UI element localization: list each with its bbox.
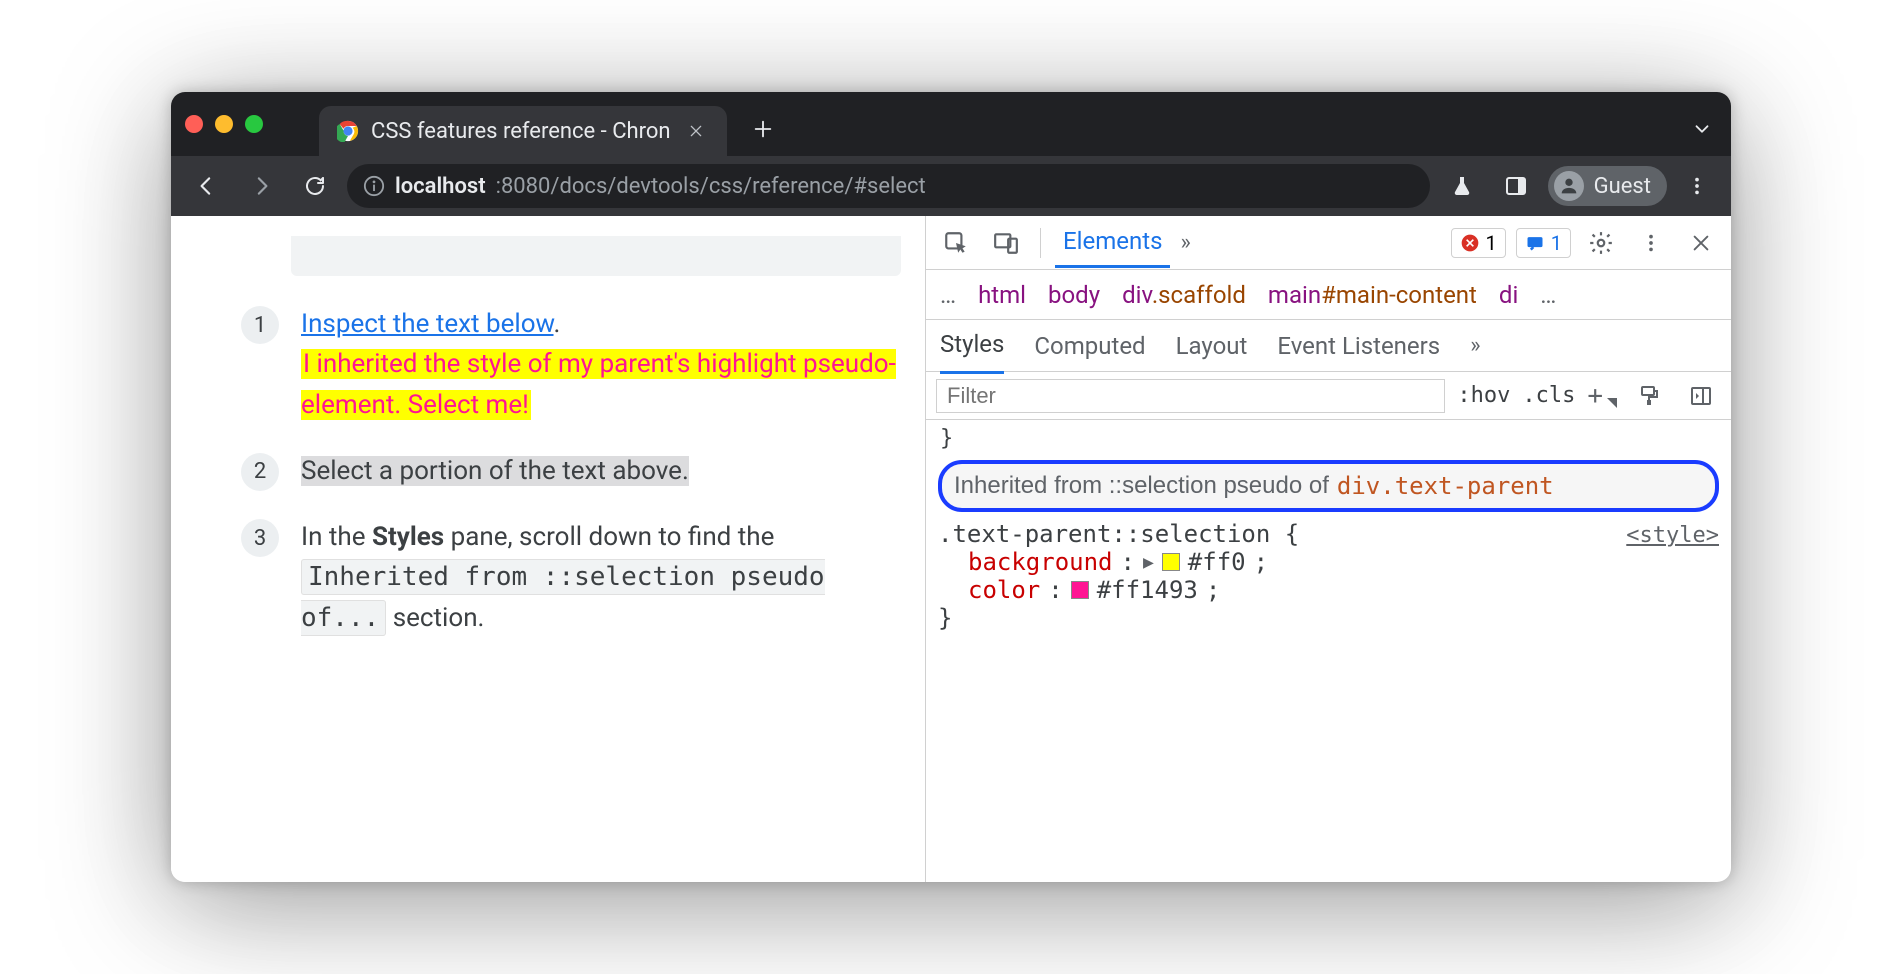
period: .	[554, 309, 561, 339]
tab-title: CSS features reference - Chron	[371, 119, 671, 144]
settings-icon[interactable]	[1581, 223, 1621, 263]
breadcrumb[interactable]: … html body div.scaffold main#main-conte…	[926, 270, 1731, 320]
rule-source[interactable]: <style>	[1626, 523, 1719, 548]
devtools-toolbar: Elements » 1 1	[926, 216, 1731, 270]
property-value: #ff1493	[1097, 576, 1198, 604]
crumb-div[interactable]: div.scaffold	[1122, 281, 1246, 309]
ordered-list: 1 Inspect the text below. I inherited th…	[241, 304, 901, 638]
content-area: 1 Inspect the text below. I inherited th…	[171, 216, 1731, 882]
cls-toggle[interactable]: .cls	[1522, 383, 1575, 408]
toolbar: localhost :8080/docs/devtools/css/referen…	[171, 156, 1731, 216]
inherited-section-header[interactable]: Inherited from ::selection pseudo of div…	[938, 460, 1719, 512]
browser-tab[interactable]: CSS features reference - Chron	[319, 106, 727, 156]
subtabs-overflow-icon[interactable]: »	[1470, 333, 1480, 358]
crumb-html[interactable]: html	[978, 281, 1026, 309]
close-window-icon[interactable]	[185, 115, 203, 133]
crumb-ellipsis[interactable]: …	[940, 281, 956, 309]
tabs-menu-icon[interactable]	[1687, 114, 1717, 144]
browser-menu-icon[interactable]	[1677, 166, 1717, 206]
url-host: localhost	[395, 174, 486, 199]
list-item: 3 In the Styles pane, scroll down to fin…	[241, 517, 901, 638]
paint-icon[interactable]	[1629, 376, 1669, 416]
hov-toggle[interactable]: :hov	[1457, 383, 1510, 408]
device-toolbar-icon[interactable]	[986, 223, 1026, 263]
back-button[interactable]	[185, 164, 229, 208]
tab-layout[interactable]: Layout	[1176, 332, 1248, 360]
color-swatch[interactable]	[1162, 553, 1180, 571]
declaration-row[interactable]: color: #ff1493;	[938, 576, 1719, 604]
messages-badge[interactable]: 1	[1516, 228, 1571, 258]
minimize-window-icon[interactable]	[215, 115, 233, 133]
step-text: pane, scroll down to find the	[444, 522, 774, 552]
errors-count: 1	[1486, 231, 1497, 255]
tab-event-listeners[interactable]: Event Listeners	[1277, 332, 1440, 360]
titlebar: CSS features reference - Chron	[171, 92, 1731, 156]
property-name: color	[968, 576, 1040, 604]
styles-filterbar: :hov .cls +	[926, 372, 1731, 420]
inherited-selector: div.text-parent	[1337, 472, 1554, 500]
declaration-row[interactable]: background: ▶ #ff0;	[938, 548, 1719, 576]
rule-header: .text-parent::selection { <style>	[938, 520, 1719, 548]
labs-icon[interactable]	[1440, 164, 1484, 208]
forward-button[interactable]	[239, 164, 283, 208]
crumb-main[interactable]: main#main-content	[1268, 281, 1477, 309]
side-panel-icon[interactable]	[1494, 164, 1538, 208]
styles-bold: Styles	[372, 522, 444, 552]
new-tab-button[interactable]	[743, 109, 783, 149]
crumb-di[interactable]: di	[1499, 281, 1518, 309]
styles-pane[interactable]: } Inherited from ::selection pseudo of d…	[926, 420, 1731, 652]
styles-tabbar: Styles Computed Layout Event Listeners »	[926, 320, 1731, 372]
code-text: Inherited from ::selection pseudo of...	[301, 559, 825, 635]
tabs-overflow-icon[interactable]: »	[1180, 230, 1190, 255]
inspect-element-icon[interactable]	[936, 223, 976, 263]
styles-filter-input[interactable]	[936, 379, 1445, 413]
devtools-menu-icon[interactable]	[1631, 223, 1671, 263]
avatar-icon	[1554, 171, 1584, 201]
profile-label: Guest	[1594, 174, 1651, 199]
site-info-icon[interactable]	[363, 175, 385, 197]
close-devtools-icon[interactable]	[1681, 223, 1721, 263]
color-swatch[interactable]	[1071, 581, 1089, 599]
url-path: :8080/docs/devtools/css/reference/#selec…	[496, 174, 926, 199]
tab-computed[interactable]: Computed	[1034, 332, 1145, 360]
step-text: Select a portion of the text above.	[301, 456, 689, 486]
list-number: 3	[241, 519, 279, 557]
property-name: background	[968, 548, 1113, 576]
list-item: 2 Select a portion of the text above.	[241, 451, 901, 491]
step-text: section.	[386, 603, 484, 633]
expand-icon[interactable]: ▶	[1143, 552, 1154, 573]
page-viewport: 1 Inspect the text below. I inherited th…	[171, 216, 925, 882]
rule-close-brace: }	[938, 604, 1719, 632]
tab-styles[interactable]: Styles	[940, 330, 1004, 374]
new-rule-button[interactable]: +	[1587, 381, 1617, 411]
maximize-window-icon[interactable]	[245, 115, 263, 133]
inherited-label: Inherited from ::selection pseudo of	[954, 472, 1329, 500]
page-top-block	[291, 236, 901, 276]
browser-window: CSS features reference - Chron	[171, 92, 1731, 882]
chrome-favicon-icon	[337, 120, 359, 142]
toggle-sidebar-icon[interactable]	[1681, 376, 1721, 416]
tab-elements[interactable]: Elements	[1055, 217, 1170, 268]
errors-badge[interactable]: 1	[1451, 228, 1506, 258]
profile-chip[interactable]: Guest	[1548, 166, 1667, 206]
window-controls	[185, 115, 263, 133]
separator	[1040, 228, 1041, 258]
list-number: 2	[241, 453, 279, 491]
rule-selector[interactable]: .text-parent::selection {	[938, 520, 1299, 548]
list-number: 1	[241, 306, 279, 344]
list-item: 1 Inspect the text below. I inherited th…	[241, 304, 901, 425]
address-bar[interactable]: localhost :8080/docs/devtools/css/referen…	[347, 164, 1430, 208]
devtools-panel: Elements » 1 1	[925, 216, 1731, 882]
property-value: #ff0	[1188, 548, 1246, 576]
crumb-body[interactable]: body	[1048, 281, 1100, 309]
inspect-link[interactable]: Inspect the text below	[301, 309, 554, 339]
highlighted-text[interactable]: I inherited the style of my parent's hig…	[301, 349, 896, 419]
messages-count: 1	[1551, 231, 1562, 255]
crumb-ellipsis[interactable]: …	[1540, 281, 1556, 309]
step-text: In the	[301, 522, 372, 552]
reload-button[interactable]	[293, 164, 337, 208]
tab-close-icon[interactable]	[683, 118, 709, 144]
rule-close-brace: }	[938, 428, 1719, 450]
